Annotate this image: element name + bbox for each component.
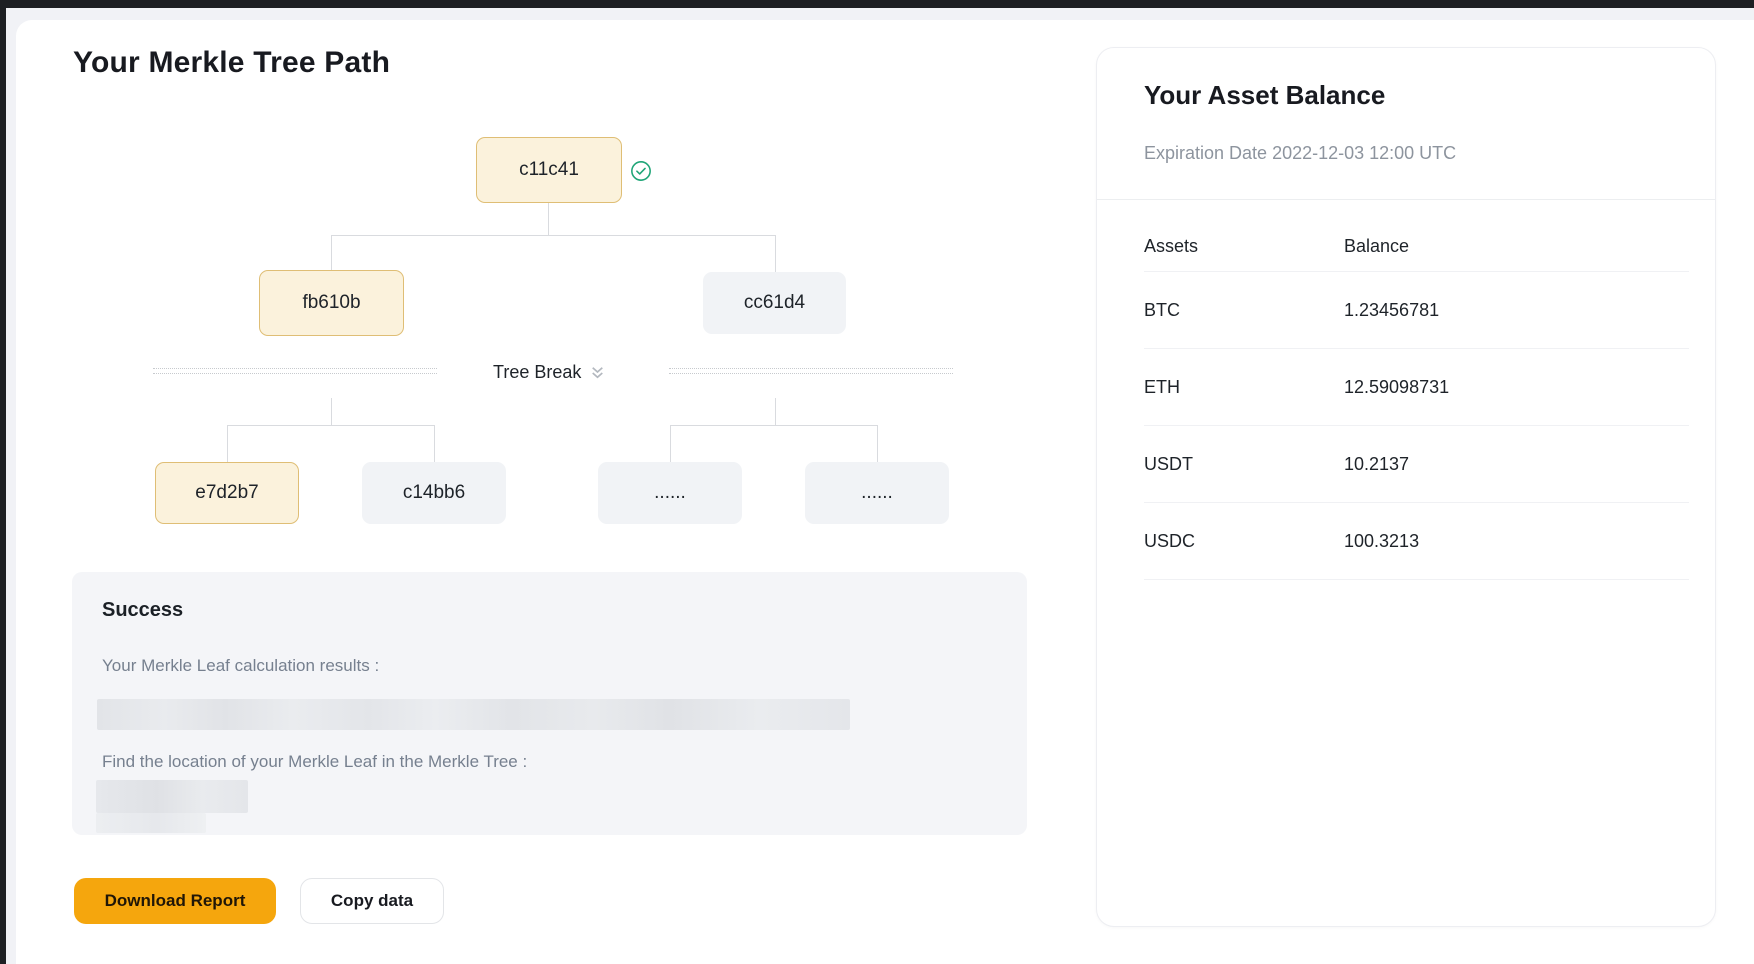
merkle-node-ellipsis: ...... [805, 462, 949, 524]
asset-balance-title: Your Asset Balance [1144, 80, 1385, 111]
asset-name: ETH [1144, 377, 1344, 398]
connector-line [670, 425, 877, 426]
table-row: BTC 1.23456781 [1144, 272, 1689, 349]
connector-line [775, 398, 776, 425]
connector-line [227, 425, 434, 426]
connector-line [227, 425, 228, 462]
asset-balance-value: 10.2137 [1344, 454, 1689, 475]
merkle-node-sibling: c14bb6 [362, 462, 506, 524]
merkle-node-label: ...... [861, 482, 893, 504]
redacted-calculation-hash [97, 699, 850, 730]
balance-column-header: Balance [1344, 236, 1689, 257]
copy-data-button[interactable]: Copy data [300, 878, 444, 924]
divider [1097, 199, 1715, 200]
tree-break: Tree Break [493, 362, 606, 383]
connector-line [331, 235, 332, 270]
result-status-title: Success [102, 599, 183, 622]
screen: Your Merkle Tree Path c11c41 fb610b cc61… [0, 0, 1754, 964]
table-row: ETH 12.59098731 [1144, 349, 1689, 426]
assets-column-header: Assets [1144, 236, 1344, 257]
table-row: USDT 10.2137 [1144, 426, 1689, 503]
connector-line [548, 203, 549, 235]
calculation-results-label: Your Merkle Leaf calculation results : [102, 656, 379, 676]
expiration-date: Expiration Date 2022-12-03 12:00 UTC [1144, 143, 1456, 164]
asset-table-header: Assets Balance [1144, 222, 1689, 272]
redacted-leaf-location [96, 780, 248, 813]
leaf-location-label: Find the location of your Merkle Leaf in… [102, 752, 527, 772]
merkle-node-label: c14bb6 [403, 482, 465, 504]
asset-balance-value: 12.59098731 [1344, 377, 1689, 398]
connector-line [331, 235, 775, 236]
connector-line [331, 398, 332, 425]
asset-balance-value: 100.3213 [1344, 531, 1689, 552]
merkle-node-level2-left: fb610b [259, 270, 404, 336]
merkle-node-leaf: e7d2b7 [155, 462, 299, 524]
connector-line [877, 425, 878, 462]
asset-table: Assets Balance BTC 1.23456781 ETH 12.590… [1144, 222, 1689, 580]
asset-balance-value: 1.23456781 [1344, 300, 1689, 321]
tree-break-label: Tree Break [493, 362, 581, 383]
asset-name: USDT [1144, 454, 1344, 475]
double-chevron-down-icon[interactable] [589, 364, 606, 381]
merkle-node-label: e7d2b7 [195, 482, 258, 504]
table-row: USDC 100.3213 [1144, 503, 1689, 580]
merkle-node-ellipsis: ...... [598, 462, 742, 524]
tree-break-dotted-line-right [669, 368, 953, 374]
page-title: Your Merkle Tree Path [73, 46, 390, 80]
merkle-node-label: ...... [654, 482, 686, 504]
merkle-node-root-label: c11c41 [519, 159, 579, 181]
redacted-leaf-location [96, 813, 206, 833]
asset-name: BTC [1144, 300, 1344, 321]
asset-name: USDC [1144, 531, 1344, 552]
merkle-node-label: fb610b [302, 292, 360, 314]
connector-line [434, 425, 435, 462]
merkle-node-level2-right: cc61d4 [703, 272, 846, 334]
connector-line [670, 425, 671, 462]
verified-check-icon [630, 160, 652, 182]
merkle-node-label: cc61d4 [744, 292, 805, 314]
download-report-button[interactable]: Download Report [74, 878, 276, 924]
merkle-node-root: c11c41 [476, 137, 622, 203]
connector-line [775, 235, 776, 272]
tree-break-dotted-line-left [153, 368, 437, 374]
